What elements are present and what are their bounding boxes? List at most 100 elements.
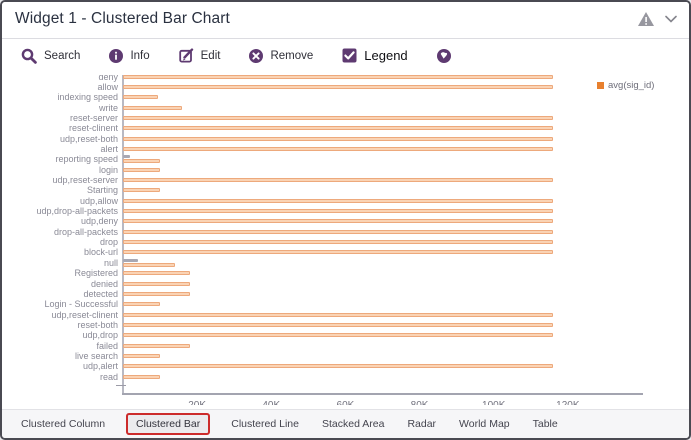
- toolbar-item-label: Search: [44, 50, 80, 62]
- y-axis-tick: [116, 385, 126, 386]
- globe-icon[interactable]: [437, 49, 451, 63]
- bar-avg(sig_id)[interactable]: [123, 263, 175, 267]
- bar-avg(sig_id)[interactable]: [123, 116, 553, 120]
- x-axis-line: [122, 393, 643, 395]
- chart-type-tabbar: Clustered Column Clustered Bar Clustered L…: [2, 409, 689, 438]
- bar-avg(sig_id)[interactable]: [123, 323, 553, 327]
- tab-table[interactable]: Table: [531, 415, 560, 433]
- bar-avg(sig_id)[interactable]: [123, 106, 182, 110]
- bar-avg(sig_id)[interactable]: [123, 126, 553, 130]
- y-axis-label: Registered: [6, 268, 118, 278]
- y-axis-label: login: [6, 165, 118, 175]
- bar-avg(sig_id)[interactable]: [123, 333, 553, 337]
- y-axis-label: udp,reset-both: [6, 134, 118, 144]
- bar-avg(sig_id)[interactable]: [123, 302, 160, 306]
- checkbox-checked-icon[interactable]: [342, 48, 357, 63]
- bar-avg(sig_id)[interactable]: [123, 364, 553, 368]
- remove-icon[interactable]: [249, 49, 263, 63]
- legend-swatch-icon: [597, 82, 604, 89]
- widget-title: Widget 1 - Clustered Bar Chart: [15, 10, 230, 28]
- y-axis-label: drop: [6, 237, 118, 247]
- x-axis-tick-label: 120K: [552, 400, 584, 405]
- x-axis-tick-label: 60K: [329, 400, 361, 405]
- bar-avg(sig_id)[interactable]: [123, 147, 553, 151]
- bar-avg(sig_id)[interactable]: [123, 95, 158, 99]
- chevron-down-icon[interactable]: [665, 15, 677, 23]
- tab-clustered-column[interactable]: Clustered Column: [19, 415, 107, 433]
- y-axis-label: detected: [6, 289, 118, 299]
- bar-avg(sig_id)[interactable]: [123, 292, 190, 296]
- widget-header: Widget 1 - Clustered Bar Chart: [2, 2, 689, 39]
- toolbar-item-search[interactable]: Search: [21, 48, 80, 64]
- toolbar-item-remove[interactable]: Remove: [249, 49, 313, 63]
- toolbar-item-label: Edit: [201, 50, 221, 62]
- toolbar-item-info[interactable]: Info: [109, 49, 149, 63]
- bar-avg(sig_id)[interactable]: [123, 188, 160, 192]
- bar-secondary-gray[interactable]: [123, 259, 138, 262]
- bar-avg(sig_id)[interactable]: [123, 75, 553, 79]
- x-axis-tick-label: 40K: [255, 400, 287, 405]
- tab-radar[interactable]: Radar: [405, 415, 438, 433]
- bar-avg(sig_id)[interactable]: [123, 313, 553, 317]
- bar-avg(sig_id)[interactable]: [123, 354, 160, 358]
- tab-clustered-line[interactable]: Clustered Line: [229, 415, 301, 433]
- y-axis-label: denied: [6, 279, 118, 289]
- y-axis-label: Login - Successful: [6, 299, 118, 309]
- y-axis-label: block-url: [6, 247, 118, 257]
- y-axis-label: udp,reset-server: [6, 175, 118, 185]
- edit-icon[interactable]: [179, 48, 194, 63]
- x-axis-tick-label: 100K: [478, 400, 510, 405]
- tab-world-map[interactable]: World Map: [457, 415, 512, 433]
- y-axis-label: Starting: [6, 185, 118, 195]
- y-axis-label: read: [6, 372, 118, 382]
- y-axis-label: live search: [6, 351, 118, 361]
- x-axis-tick-label: 80K: [404, 400, 436, 405]
- bar-avg(sig_id)[interactable]: [123, 199, 553, 203]
- y-axis-label: null: [6, 258, 118, 268]
- bar-avg(sig_id)[interactable]: [123, 85, 553, 89]
- y-axis-label: deny: [6, 75, 118, 82]
- y-axis-label: reset-server: [6, 113, 118, 123]
- bar-avg(sig_id)[interactable]: [123, 178, 553, 182]
- toolbar-item-globe[interactable]: [437, 49, 451, 63]
- y-axis-label: allow: [6, 82, 118, 92]
- bar-avg(sig_id)[interactable]: [123, 271, 190, 275]
- bar-chart: avg(sig_id) denyallowindexing speedwrite…: [2, 75, 689, 405]
- y-axis-label: udp,reset-clinent: [6, 310, 118, 320]
- y-axis-label: udp,drop: [6, 330, 118, 340]
- bar-avg(sig_id)[interactable]: [123, 159, 160, 163]
- bar-avg(sig_id)[interactable]: [123, 282, 190, 286]
- toolbar-item-edit[interactable]: Edit: [179, 48, 221, 63]
- y-axis-label: reporting speed: [6, 154, 118, 164]
- y-axis-label: reset-clinent: [6, 123, 118, 133]
- y-axis-label: udp,deny: [6, 216, 118, 226]
- bar-avg(sig_id)[interactable]: [123, 168, 160, 172]
- bar-avg(sig_id)[interactable]: [123, 230, 553, 234]
- tab-stacked-area[interactable]: Stacked Area: [320, 415, 386, 433]
- search-icon[interactable]: [21, 48, 37, 64]
- bar-avg(sig_id)[interactable]: [123, 240, 553, 244]
- y-axis-label: alert: [6, 144, 118, 154]
- legend-label: avg(sig_id): [608, 80, 654, 91]
- bar-avg(sig_id)[interactable]: [123, 137, 553, 141]
- toolbar-item-label: Info: [130, 50, 149, 62]
- x-axis-tick-label: 20K: [181, 400, 213, 405]
- y-axis-label: write: [6, 103, 118, 113]
- tab-clustered-bar[interactable]: Clustered Bar: [126, 413, 210, 435]
- bar-avg(sig_id)[interactable]: [123, 209, 553, 213]
- y-axis-label: reset-both: [6, 320, 118, 330]
- bar-avg(sig_id)[interactable]: [123, 219, 553, 223]
- warning-icon[interactable]: [637, 11, 655, 27]
- y-axis-label: indexing speed: [6, 92, 118, 102]
- header-icons: [637, 11, 677, 27]
- toolbar-item-legend[interactable]: Legend: [342, 48, 407, 63]
- widget-container: Widget 1 - Clustered Bar Chart Search Inf…: [0, 0, 691, 440]
- bar-avg(sig_id)[interactable]: [123, 250, 553, 254]
- toolbar: Search Info Edit Remove Legend: [2, 39, 689, 72]
- bar-avg(sig_id)[interactable]: [123, 375, 160, 379]
- toolbar-item-label: Remove: [270, 50, 313, 62]
- bar-secondary-gray[interactable]: [123, 155, 130, 158]
- chart-legend[interactable]: avg(sig_id): [597, 80, 654, 91]
- bar-avg(sig_id)[interactable]: [123, 344, 190, 348]
- info-icon[interactable]: [109, 49, 123, 63]
